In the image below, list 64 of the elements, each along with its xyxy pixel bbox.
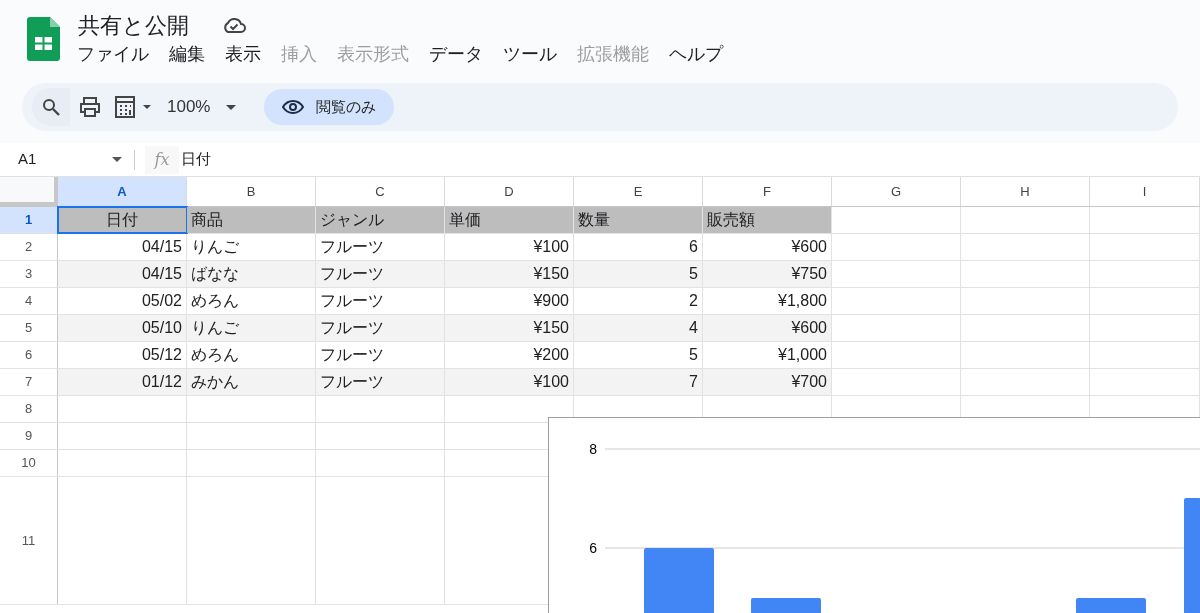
search-button[interactable] (32, 88, 70, 126)
table-cell[interactable]: 2 (574, 288, 703, 314)
table-cell[interactable]: 4 (574, 315, 703, 341)
caret-icon (112, 157, 122, 162)
header-cell[interactable]: 単価 (445, 207, 574, 233)
spreadsheet-logo-icon[interactable] (27, 17, 60, 61)
table-cell[interactable]: フルーツ (316, 342, 445, 368)
table-cell[interactable]: りんご (187, 234, 316, 260)
header-cell[interactable]: 販売額 (703, 207, 832, 233)
table-cell[interactable]: フルーツ (316, 261, 445, 287)
table-cell[interactable]: めろん (187, 342, 316, 368)
table-cell[interactable]: 05/12 (58, 342, 187, 368)
menu-item[interactable]: データ (429, 41, 483, 68)
menu-item[interactable]: ヘルプ (669, 41, 723, 68)
table-cell[interactable]: フルーツ (316, 315, 445, 341)
bar (644, 548, 714, 613)
bar (751, 598, 821, 613)
table-cell[interactable]: フルーツ (316, 234, 445, 260)
table-cell[interactable]: 7 (574, 369, 703, 395)
bar (1076, 598, 1146, 613)
table-cell[interactable]: 04/15 (58, 261, 187, 287)
menu-item[interactable]: 編集 (169, 41, 205, 68)
table-cell[interactable]: りんご (187, 315, 316, 341)
document-title[interactable]: 共有と公開 (78, 8, 189, 42)
table-cell[interactable]: フルーツ (316, 288, 445, 314)
table-cell[interactable]: 05/10 (58, 315, 187, 341)
name-box[interactable]: A1 (0, 145, 128, 174)
header-cell[interactable]: 日付 (58, 207, 187, 233)
table-cell[interactable]: 05/02 (58, 288, 187, 314)
axis-label: 6 (589, 540, 597, 556)
cloud-check-icon[interactable] (222, 16, 246, 34)
print-icon[interactable] (79, 97, 101, 117)
search-icon (42, 98, 60, 116)
bar-chart[interactable]: 8 6 (548, 417, 1200, 613)
table-cell[interactable]: フルーツ (316, 369, 445, 395)
table-cell[interactable]: 04/15 (58, 234, 187, 260)
view-only-button[interactable]: 閲覧のみ (264, 89, 395, 125)
table-cell[interactable]: ¥150 (445, 261, 574, 287)
table-cell[interactable]: ¥200 (445, 342, 574, 368)
table-cell[interactable]: 5 (574, 342, 703, 368)
header-cell[interactable]: 数量 (574, 207, 703, 233)
table-cell[interactable]: みかん (187, 369, 316, 395)
table-cell[interactable]: 01/12 (58, 369, 187, 395)
table-cell[interactable]: ¥900 (445, 288, 574, 314)
menu-item[interactable]: ファイル (77, 41, 149, 68)
column-header[interactable]: A (58, 177, 187, 206)
table-cell[interactable]: めろん (187, 288, 316, 314)
axis-label: 8 (589, 441, 597, 457)
table-cell[interactable]: ¥150 (445, 315, 574, 341)
row-header[interactable]: 1 (0, 207, 58, 233)
table-cell[interactable]: 6 (574, 234, 703, 260)
menu-item[interactable]: 表示 (225, 41, 261, 68)
function-icon: fx (145, 145, 179, 174)
header-cell[interactable]: ジャンル (316, 207, 445, 233)
table-cell[interactable]: 5 (574, 261, 703, 287)
formula-value[interactable]: 日付 (181, 148, 211, 171)
eye-icon (282, 100, 305, 114)
table-cell[interactable]: ばなな (187, 261, 316, 287)
table-cell[interactable]: ¥100 (445, 369, 574, 395)
header-cell[interactable]: 商品 (187, 207, 316, 233)
zoom-level[interactable]: 100% (167, 94, 211, 120)
table-cell[interactable]: ¥100 (445, 234, 574, 260)
caret-icon[interactable] (226, 104, 237, 110)
menu-item[interactable]: ツール (503, 41, 557, 68)
